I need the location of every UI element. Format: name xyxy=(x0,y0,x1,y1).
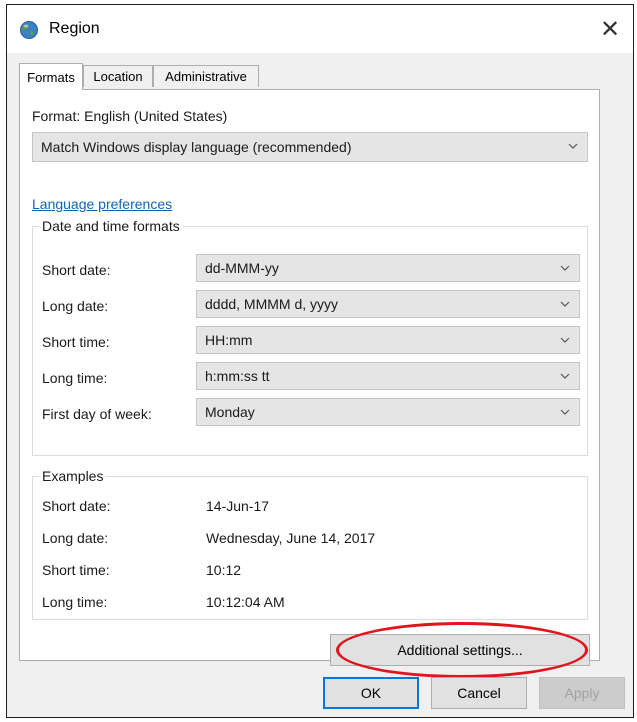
date-time-formats-legend: Date and time formats xyxy=(42,218,180,234)
first-day-of-week-value: Monday xyxy=(205,404,255,420)
language-preferences-link[interactable]: Language preferences xyxy=(32,196,172,212)
first-day-of-week-select[interactable]: Monday xyxy=(196,398,580,426)
example-long-date-label: Long date: xyxy=(42,530,109,546)
cancel-button[interactable]: Cancel xyxy=(431,677,527,709)
examples-legend: Examples xyxy=(42,468,104,484)
short-date-value: dd-MMM-yy xyxy=(205,260,279,276)
chevron-down-icon xyxy=(560,265,570,271)
additional-settings-label: Additional settings... xyxy=(397,642,523,658)
chevron-down-icon xyxy=(568,143,578,149)
additional-settings-button[interactable]: Additional settings... xyxy=(330,634,590,666)
apply-label: Apply xyxy=(564,685,600,701)
example-long-time-label: Long time: xyxy=(42,594,108,610)
tab-label: Administrative xyxy=(165,69,247,84)
apply-button[interactable]: Apply xyxy=(539,677,625,709)
example-long-time-value: 10:12:04 AM xyxy=(206,594,285,610)
format-select-value: Match Windows display language (recommen… xyxy=(41,139,352,155)
example-short-time-value: 10:12 xyxy=(206,562,242,578)
tab-formats[interactable]: Formats xyxy=(19,63,83,90)
close-icon: ✕ xyxy=(599,15,621,43)
long-time-label: Long time: xyxy=(42,370,108,386)
example-short-time-label: Short time: xyxy=(42,562,110,578)
tab-label: Formats xyxy=(27,69,75,85)
region-dialog: Region ✕ Formats Location Administrative… xyxy=(6,4,634,718)
short-time-label: Short time: xyxy=(42,334,110,350)
long-date-select[interactable]: dddd, MMMM d, yyyy xyxy=(196,290,580,318)
tab-location[interactable]: Location xyxy=(83,65,153,87)
formats-panel: Format: English (United States) Match Wi… xyxy=(19,89,600,678)
ok-label: OK xyxy=(360,685,382,701)
long-date-value: dddd, MMMM d, yyyy xyxy=(205,296,339,312)
short-date-label: Short date: xyxy=(42,262,111,278)
cancel-label: Cancel xyxy=(457,685,501,701)
close-button[interactable]: ✕ xyxy=(587,5,633,53)
short-date-select[interactable]: dd-MMM-yy xyxy=(196,254,580,282)
example-short-date-value: 14-Jun-17 xyxy=(206,498,270,514)
ok-button[interactable]: OK xyxy=(323,677,419,709)
short-time-select[interactable]: HH:mm xyxy=(196,326,580,354)
chevron-down-icon xyxy=(560,409,570,415)
chevron-down-icon xyxy=(560,373,570,379)
format-label: Format: English (United States) xyxy=(32,108,228,124)
long-time-value: h:mm:ss tt xyxy=(205,368,270,384)
first-day-of-week-label: First day of week: xyxy=(42,406,152,422)
tab-label: Location xyxy=(93,69,143,84)
globe-icon xyxy=(20,21,38,39)
long-time-select[interactable]: h:mm:ss tt xyxy=(196,362,580,390)
tab-administrative[interactable]: Administrative xyxy=(153,65,259,87)
example-long-date-value: Wednesday, June 14, 2017 xyxy=(206,530,376,546)
title-bar[interactable]: Region ✕ xyxy=(7,5,633,53)
long-date-label: Long date: xyxy=(42,298,109,314)
example-short-date-label: Short date: xyxy=(42,498,111,514)
chevron-down-icon xyxy=(560,337,570,343)
format-select[interactable]: Match Windows display language (recommen… xyxy=(32,132,588,162)
chevron-down-icon xyxy=(560,301,570,307)
window-title: Region xyxy=(49,20,100,37)
short-time-value: HH:mm xyxy=(205,332,253,348)
